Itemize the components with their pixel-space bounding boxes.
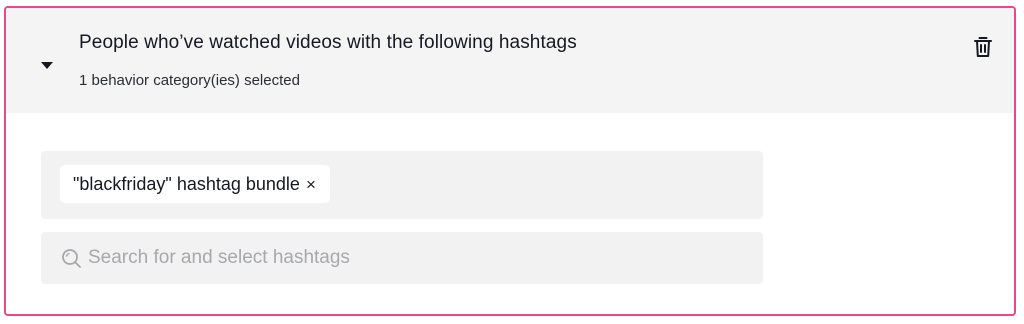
- selected-hashtags-box[interactable]: "blackfriday" hashtag bundle ×: [41, 151, 763, 219]
- delete-button[interactable]: [968, 32, 998, 62]
- selection-count: 1 behavior category(ies) selected: [79, 72, 300, 89]
- collapse-toggle[interactable]: [34, 54, 60, 76]
- trash-icon: [968, 32, 998, 62]
- panel-title: People who’ve watched videos with the fo…: [79, 32, 577, 53]
- hashtag-targeting-panel: People who’ve watched videos with the fo…: [4, 6, 1016, 316]
- hashtag-search-input[interactable]: [88, 247, 728, 269]
- hashtag-chip-label: "blackfriday" hashtag bundle: [73, 173, 300, 194]
- hashtag-search-box[interactable]: [41, 232, 763, 284]
- remove-hashtag-button[interactable]: ×: [306, 176, 316, 193]
- caret-down-icon: [34, 54, 60, 76]
- search-icon: [60, 247, 82, 269]
- panel-header: People who’ve watched videos with the fo…: [6, 8, 1014, 113]
- hashtag-chip: "blackfriday" hashtag bundle ×: [60, 165, 330, 203]
